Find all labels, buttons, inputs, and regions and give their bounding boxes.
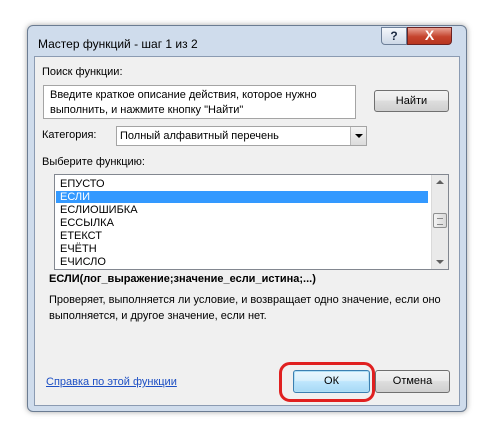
scroll-down-icon[interactable] [436,260,444,264]
find-button[interactable]: Найти [374,90,449,112]
dialog-body: Поиск функции: Введите краткое описание … [34,56,460,406]
function-list-label: Выберите функцию: [42,156,145,168]
scroll-thumb[interactable] [433,213,447,228]
ok-button-highlight [279,362,375,402]
list-item[interactable]: ЕТЕКСТ [56,230,428,242]
list-item-selected[interactable]: ЕСЛИ [56,191,428,203]
function-signature: ЕСЛИ(лог_выражение;значение_если_истина;… [49,273,316,285]
list-scrollbar[interactable] [431,175,448,269]
category-select[interactable]: Полный алфавитный перечень [116,126,367,146]
list-item[interactable]: ЕЧЁТН [56,243,428,255]
search-label-text: Поиск функции: [42,66,123,78]
function-description: Проверяет, выполняется ли условие, и воз… [49,294,441,322]
list-item[interactable]: ЕССЫЛКА [56,217,428,229]
function-wizard-dialog: Мастер функций - шаг 1 из 2 ? X Поиск фу… [27,25,467,412]
list-item[interactable]: ЕПУСТО [56,178,428,190]
cancel-button[interactable]: Отмена [375,370,450,393]
help-link[interactable]: Справка по этой функции [46,376,177,388]
search-input[interactable]: Введите краткое описание действия, котор… [43,85,356,119]
help-button[interactable]: ? [381,27,407,45]
category-selected-value: Полный алфавитный перечень [120,130,279,142]
close-button[interactable]: X [407,27,452,45]
search-label: Поиск функции: [42,66,123,78]
list-item[interactable]: ЕСЛИОШИБКА [56,204,428,216]
scroll-up-icon[interactable] [436,180,444,184]
dialog-title: Мастер функций - шаг 1 из 2 [38,37,198,51]
chevron-down-icon[interactable] [350,127,366,145]
list-item[interactable]: ЕЧИСЛО [56,256,428,268]
function-list[interactable]: ЕПУСТО ЕСЛИ ЕСЛИОШИБКА ЕССЫЛКА ЕТЕКСТ ЕЧ… [54,174,449,270]
category-label: Категория: [42,129,97,141]
